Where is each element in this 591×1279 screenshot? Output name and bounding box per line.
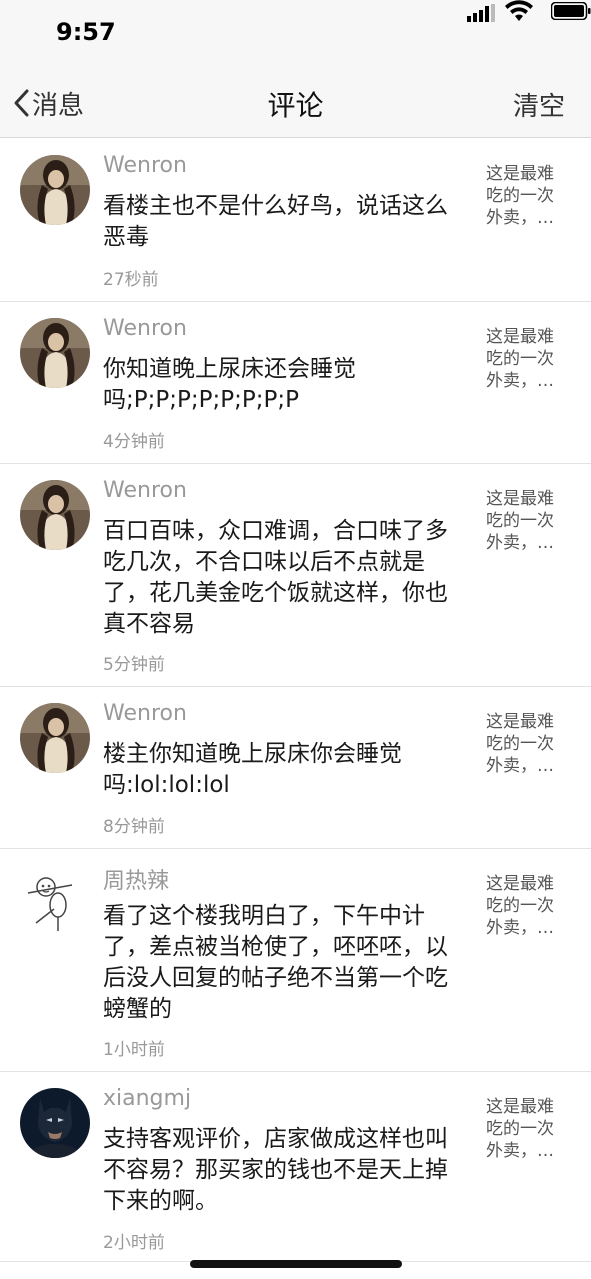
comment-item[interactable]: 周热辣看了这个楼我明白了，下午中计了，差点被当枪使了，呸呸呸，以后没人回复的帖子… [0, 849, 591, 1072]
comment-text: 你知道晚上尿床还会睡觉吗;P;P;P;P;P;P;P;P [103, 356, 356, 413]
clear-button[interactable]: 清空 [513, 86, 565, 123]
comment-time: 1小时前 [103, 1040, 165, 1060]
comment-time: 8分钟前 [103, 817, 165, 837]
comment-item[interactable]: Wenron 你知道晚上尿床还会睡觉吗;P;P;P;P;P;P;P;P 4分钟前 这是… [0, 302, 591, 464]
page-title: 评论 [267, 89, 324, 122]
comment-item[interactable]: xiangmj 支持客观评价，店家做成这样也叫不容易？那买家的钱也不是天上掉下来的… [0, 1072, 591, 1262]
navigation-bar: 消息 评论 清空 [0, 66, 591, 138]
comment-item[interactable]: Wenron 楼主你知道晚上尿床你会睡觉吗:lol:lol:lol 8分钟前 这是最难… [0, 687, 591, 849]
battery-icon [551, 2, 591, 20]
comment-text: 百口百味，众口难调，合口味了多吃几次，不合口味以后不点就是了，花几美金吃个饭就这… [103, 518, 448, 637]
comment-author[interactable]: xiangmj [103, 1086, 191, 1111]
comment-item[interactable]: Wenron 百口百味，众口难调，合口味了多吃几次，不合口味以后不点就是了，花几美… [0, 464, 591, 687]
comment-item[interactable]: Wenron 看楼主也不是什么好鸟，说话这么恶毒 27秒前 这是最难吃的一次外卖，… [0, 139, 591, 302]
post-snippet[interactable]: 这是最难吃的一次外卖，… [486, 1096, 568, 1162]
comment-text: 楼主你知道晚上尿床你会睡觉吗:lol:lol:lol [103, 741, 402, 798]
post-snippet[interactable]: 这是最难吃的一次外卖，… [486, 488, 568, 554]
status-bar: 9:57 [0, 0, 591, 66]
comment-text: 支持客观评价，店家做成这样也叫不容易？那买家的钱也不是天上掉下来的啊。 [103, 1126, 448, 1214]
comment-author[interactable]: Wenron [103, 316, 187, 341]
post-snippet[interactable]: 这是最难吃的一次外卖，… [486, 873, 568, 939]
woman-photo-avatar[interactable] [20, 318, 90, 388]
comment-text: 看了这个楼我明白了，下午中计了，差点被当枪使了，呸呸呸，以后没人回复的帖子绝不当… [103, 903, 448, 1022]
woman-photo-avatar[interactable] [20, 155, 90, 225]
comment-time: 27秒前 [103, 270, 159, 290]
comment-text: 看楼主也不是什么好鸟，说话这么恶毒 [103, 193, 448, 250]
woman-photo-avatar[interactable] [20, 703, 90, 773]
stick-figure-avatar[interactable] [20, 865, 90, 935]
comment-author[interactable]: 周热辣 [103, 863, 169, 895]
comment-author[interactable]: Wenron [103, 701, 187, 726]
comment-list: Wenron 看楼主也不是什么好鸟，说话这么恶毒 27秒前 这是最难吃的一次外卖，… W… [0, 139, 591, 1262]
batman-avatar[interactable] [20, 1088, 90, 1158]
comment-author[interactable]: Wenron [103, 153, 187, 178]
woman-photo-avatar[interactable] [20, 480, 90, 550]
comment-time: 2小时前 [103, 1233, 165, 1253]
post-snippet[interactable]: 这是最难吃的一次外卖，… [486, 326, 568, 392]
home-indicator[interactable] [190, 1260, 402, 1268]
wifi-icon [505, 0, 533, 21]
cellular-signal-icon [467, 4, 495, 22]
comment-author[interactable]: Wenron [103, 478, 187, 503]
post-snippet[interactable]: 这是最难吃的一次外卖，… [486, 711, 568, 777]
status-time: 9:57 [56, 18, 116, 46]
comment-time: 5分钟前 [103, 655, 165, 675]
post-snippet[interactable]: 这是最难吃的一次外卖，… [486, 163, 568, 229]
comment-time: 4分钟前 [103, 432, 165, 452]
